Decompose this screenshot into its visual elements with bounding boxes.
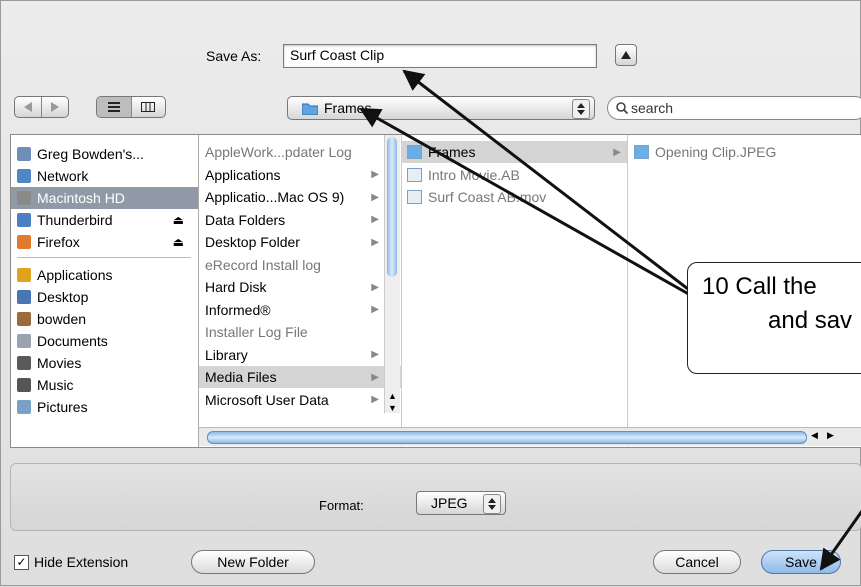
arrow-to-location <box>359 107 702 303</box>
arrow-to-save-as <box>402 69 702 301</box>
arrow-to-save-button <box>819 510 861 571</box>
callout-line-1: 10 Call the <box>702 273 817 300</box>
instruction-callout: 10 Call the and sav <box>687 262 861 374</box>
save-dialog: Save As: Surf Coast Clip Frames search G… <box>0 0 861 586</box>
callout-line-2: and sav <box>768 307 853 334</box>
